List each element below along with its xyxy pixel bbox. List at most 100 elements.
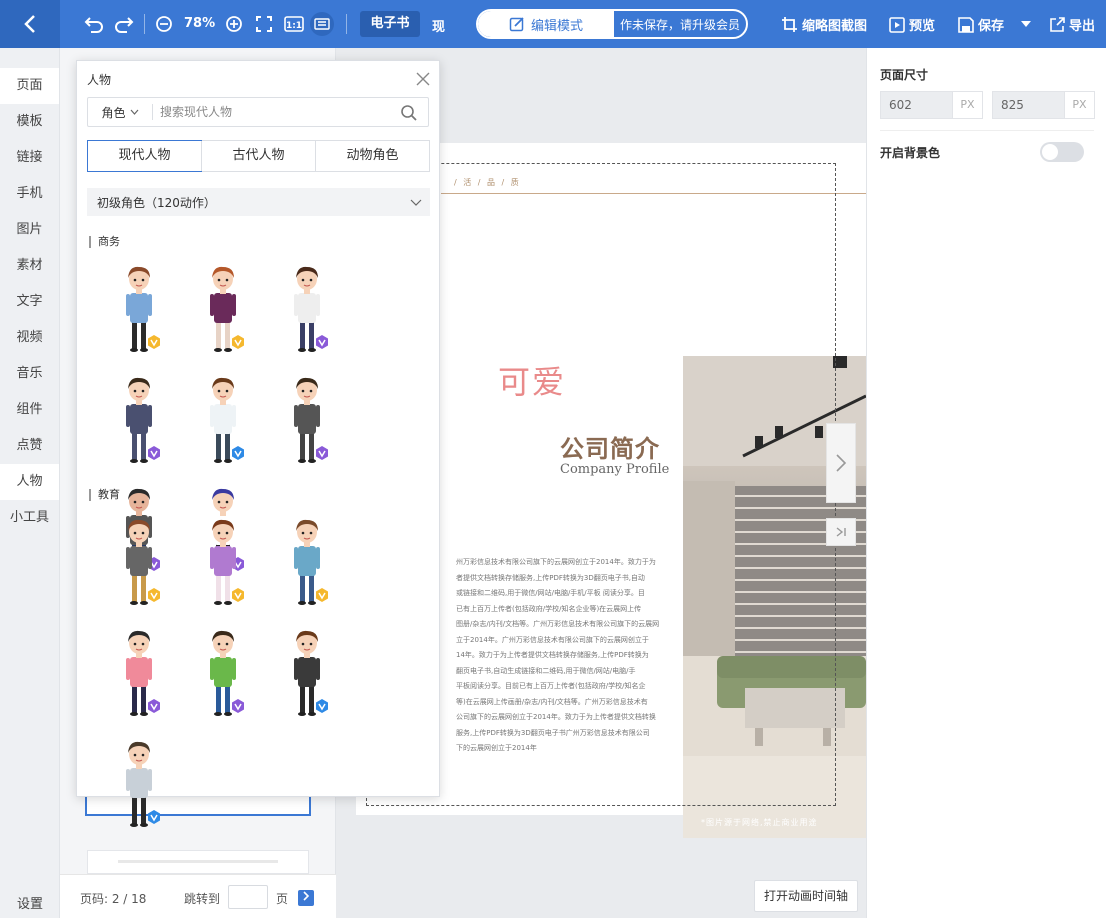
thumbnail-capture-button[interactable]: 缩略图截图 <box>781 15 867 34</box>
character-search-input[interactable] <box>160 99 390 125</box>
character-student-boy-backpack[interactable] <box>265 512 349 623</box>
edit-mode-button[interactable]: 编辑模式 <box>478 11 614 37</box>
character-teacher-man-glasses[interactable] <box>97 512 181 623</box>
close-icon <box>416 72 430 86</box>
nav-item-characters[interactable]: 人物 <box>0 464 59 500</box>
jump-page-input[interactable] <box>228 885 268 909</box>
nav-item-components[interactable]: 组件 <box>0 392 59 428</box>
close-button[interactable] <box>415 71 431 87</box>
save-status-notice[interactable]: 作未保存，请升级会员 <box>614 11 746 37</box>
preview-button[interactable]: 预览 <box>889 15 935 34</box>
last-page-button[interactable] <box>826 518 856 546</box>
body-line: 翻页电子书,自动生成链接和二维码,用于微信/网站/电脑/手 <box>456 666 636 675</box>
body-line: 公司旗下的云展网创立于2014年。致力于为上传者提供文档转换 <box>456 713 656 721</box>
vip-badge-icon <box>148 335 160 349</box>
character-business-woman-long-hair[interactable] <box>181 259 265 370</box>
chevron-right-icon <box>836 454 847 472</box>
mode-switch: 编辑模式 作未保存，请升级会员 <box>476 9 748 39</box>
page-breadcrumb: / 活 / 品 / 质 <box>454 178 521 187</box>
character-teacher-woman-green[interactable] <box>181 623 265 734</box>
save-options-dropdown[interactable] <box>1014 12 1038 36</box>
page-width-field[interactable]: 602 PX <box>880 91 983 119</box>
keyboard-icon <box>314 18 330 30</box>
body-line: 者提供文档转换存储服务,上传PDF转换为3D翻页电子书,自动 <box>456 573 645 582</box>
character-business-woman-glasses[interactable] <box>181 370 265 481</box>
redo-button[interactable] <box>112 12 136 36</box>
company-intro-body[interactable]: 州万彩信息技术有限公司旗下的云展网创立于2014年。致力于为 者提供文档转换存储… <box>456 555 668 757</box>
character-teacher-woman-purple[interactable] <box>181 512 265 623</box>
nav-item-phone[interactable]: 手机 <box>0 176 59 212</box>
photo-caption: *图片源于网络,禁止商业用途 <box>701 818 818 827</box>
tab-ebook[interactable]: 电子书 <box>360 11 420 37</box>
company-intro-subtitle[interactable]: Company Profile <box>560 462 669 477</box>
search-button[interactable] <box>400 104 418 122</box>
export-button[interactable]: 导出 <box>1049 15 1095 34</box>
toggle-knob <box>1042 144 1058 160</box>
chevron-down-icon <box>410 199 422 206</box>
width-unit: PX <box>952 92 982 118</box>
character-business-man-blue-shirt[interactable] <box>97 259 181 370</box>
page-size-label: 页面尺寸 <box>880 68 929 82</box>
page-thumbnail[interactable] <box>87 850 309 874</box>
undo-button[interactable] <box>82 12 106 36</box>
character-business-man-grey-suit[interactable] <box>265 370 349 481</box>
zoom-out-button[interactable] <box>152 12 176 36</box>
nav-item-assets[interactable]: 素材 <box>0 248 59 284</box>
section-title-education: 教育 <box>89 489 120 501</box>
character-teacher-woman-suit[interactable] <box>265 623 349 734</box>
jump-go-button[interactable] <box>298 890 314 906</box>
fullscreen-icon <box>256 16 272 32</box>
category-tabs: 现代人物 古代人物 动物角色 <box>87 140 430 172</box>
vip-badge-icon <box>316 446 328 460</box>
redo-icon <box>115 17 134 33</box>
character-student-boy-pink-shirt[interactable] <box>97 623 181 734</box>
body-line: 或链接和二维码,用于微信/网站/电脑/手机/平板 阅读分享。目 <box>456 589 645 597</box>
nav-item-tools[interactable]: 小工具 <box>0 500 59 536</box>
nav-item-templates[interactable]: 模板 <box>0 104 59 140</box>
page-counter: 页码: 2 / 18 <box>80 892 147 906</box>
character-business-man-suit[interactable] <box>97 370 181 481</box>
tab-now[interactable]: 现 <box>432 16 445 35</box>
tab-animal-characters[interactable]: 动物角色 <box>315 141 429 171</box>
nav-item-text[interactable]: 文字 <box>0 284 59 320</box>
edit-icon <box>509 17 524 32</box>
body-line: 14年。致力于为上传者提供文档转换存储服务,上传PDF转换为 <box>456 651 649 659</box>
nav-item-likes[interactable]: 点赞 <box>0 428 59 464</box>
popup-title: 人物 <box>87 73 112 87</box>
body-line: 州万彩信息技术有限公司旗下的云展网创立于2014年。致力于为 <box>456 558 656 566</box>
vip-badge-icon <box>148 810 160 824</box>
actual-size-button[interactable]: 1:1 <box>282 12 306 36</box>
cute-text[interactable]: 可爱 <box>498 357 566 403</box>
role-level-select[interactable]: 初级角色（120动作） <box>87 188 430 216</box>
nav-item-images[interactable]: 图片 <box>0 212 59 248</box>
keyboard-button[interactable] <box>310 12 334 36</box>
company-intro-title[interactable]: 公司简介 <box>560 429 660 464</box>
nav-item-pages[interactable]: 页面 <box>0 68 59 104</box>
character-business-woman-ponytail[interactable] <box>265 259 349 370</box>
nav-item-links[interactable]: 链接 <box>0 140 59 176</box>
zoom-in-icon <box>226 16 242 32</box>
nav-item-video[interactable]: 视频 <box>0 320 59 356</box>
tab-ancient-characters[interactable]: 古代人物 <box>201 141 315 171</box>
zoom-in-button[interactable] <box>222 12 246 36</box>
page-unit-label: 页 <box>276 892 289 906</box>
tab-modern-characters[interactable]: 现代人物 <box>87 140 202 172</box>
section-title-business: 商务 <box>89 236 120 248</box>
fit-screen-button[interactable] <box>252 12 276 36</box>
save-button[interactable]: 保存 <box>958 15 1004 34</box>
properties-panel: 页面尺寸 602 PX 825 PX 开启背景色 <box>866 48 1106 918</box>
next-page-button[interactable] <box>826 423 856 503</box>
nav-item-settings[interactable]: 设置 <box>0 893 60 912</box>
animation-timeline-button[interactable]: 打开动画时间轴 <box>754 880 858 912</box>
caret-down-icon <box>1021 21 1031 27</box>
page-divider <box>441 193 866 194</box>
page-height-field[interactable]: 825 PX <box>992 91 1095 119</box>
character-teacher-man-white-coat[interactable] <box>97 734 181 845</box>
thumbnail-text-line <box>118 860 278 863</box>
background-color-toggle[interactable] <box>1040 142 1084 162</box>
back-button[interactable] <box>0 0 60 48</box>
vip-badge-icon <box>232 699 244 713</box>
role-type-select[interactable]: 角色 <box>88 98 152 126</box>
nav-item-music[interactable]: 音乐 <box>0 356 59 392</box>
chevron-left-icon <box>24 15 35 33</box>
